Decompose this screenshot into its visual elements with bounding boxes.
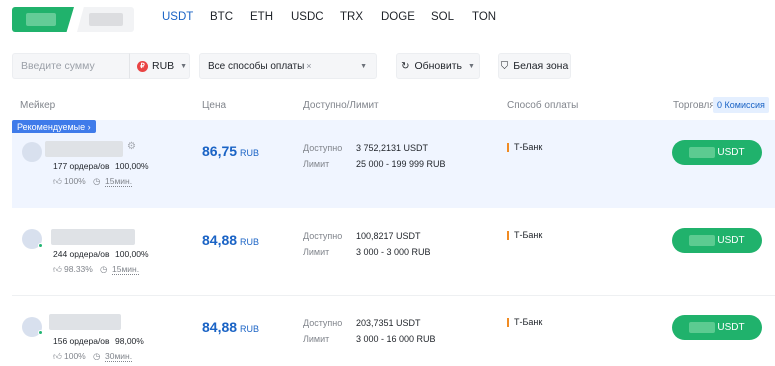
tab-usdt[interactable]: USDT xyxy=(162,11,193,23)
rating: 98.33% xyxy=(64,264,93,274)
buy-label-redacted xyxy=(689,235,716,246)
limit-label: Лимит xyxy=(303,334,330,344)
available-value: 3 752,2131 USDT xyxy=(356,143,429,153)
buy-button[interactable]: USDT xyxy=(672,140,762,165)
row-divider xyxy=(12,295,775,296)
release-time: 15мин. xyxy=(112,264,140,275)
tab-btc[interactable]: BTC xyxy=(210,11,233,23)
price-unit: RUB xyxy=(240,237,260,247)
col-trade: Торговля xyxy=(673,100,715,111)
maker-name-redacted[interactable] xyxy=(49,314,121,330)
buy-button[interactable]: USDT xyxy=(672,315,762,340)
tab-sol[interactable]: SOL xyxy=(431,11,454,23)
tab-ton[interactable]: TON xyxy=(472,11,496,23)
price: 86,75 RUB xyxy=(202,143,259,161)
refresh-label: Обновить xyxy=(414,60,462,72)
order-count: 244 ордера/ов xyxy=(53,249,110,259)
limit-label: Лимит xyxy=(303,159,330,169)
recommended-badge: Рекомендуемые › xyxy=(12,120,96,133)
buy-mode-tab[interactable] xyxy=(12,7,74,32)
limit-label: Лимит xyxy=(303,247,330,257)
clock-icon: ◷ xyxy=(93,176,101,186)
price-value: 84,88 xyxy=(202,319,238,335)
online-indicator xyxy=(38,330,43,335)
payment-method: Т-Банк xyxy=(507,231,542,240)
price-value: 86,75 xyxy=(202,143,238,159)
chip-close-icon[interactable]: × xyxy=(306,61,311,71)
completion-rate: 100,00% xyxy=(115,161,149,171)
limit-value: 3 000 - 3 000 RUB xyxy=(356,247,431,257)
refresh-icon: ↻ xyxy=(401,60,410,72)
col-payment: Способ оплаты xyxy=(507,100,579,111)
sell-mode-label-redacted xyxy=(89,13,123,26)
buy-button-coin: USDT xyxy=(717,147,745,158)
currency-value: RUB xyxy=(152,60,175,72)
release-time: 15мин. xyxy=(105,176,133,187)
recommended-label: Рекомендуемые xyxy=(17,121,86,132)
rating: 100% xyxy=(64,351,86,361)
merchant-badge-icon: ⚙ xyxy=(127,141,136,152)
buy-mode-label-redacted xyxy=(26,13,56,26)
maker-name-redacted[interactable] xyxy=(45,141,123,157)
price-unit: RUB xyxy=(240,324,260,334)
sell-mode-tab[interactable] xyxy=(77,7,134,32)
limit-value: 25 000 - 199 999 RUB xyxy=(356,159,446,169)
white-zone-button[interactable]: ⛉ Белая зона xyxy=(498,53,571,79)
tab-eth[interactable]: ETH xyxy=(250,11,273,23)
price-unit: RUB xyxy=(240,148,260,158)
shield-icon: ⛉ xyxy=(500,60,509,72)
price: 84,88 RUB xyxy=(202,232,259,250)
tab-doge[interactable]: DOGE xyxy=(381,11,415,23)
tab-trx[interactable]: TRX xyxy=(340,11,363,23)
white-zone-label: Белая зона xyxy=(513,60,569,72)
price: 84,88 RUB xyxy=(202,319,259,337)
payment-method-select[interactable]: Все способы оплаты × ▼ xyxy=(199,53,377,79)
col-available: Доступно/Лимит xyxy=(303,100,379,111)
payment-chip-label: Все способы оплаты xyxy=(208,60,305,72)
amount-input[interactable]: Введите сумму xyxy=(12,53,129,79)
order-count: 177 ордера/ов xyxy=(53,161,110,171)
maker-name-redacted[interactable] xyxy=(51,229,135,245)
available-label: Доступно xyxy=(303,231,343,241)
chevron-down-icon: ▼ xyxy=(468,62,475,70)
commission-badge: 0 Комиссия xyxy=(713,97,769,113)
buy-button[interactable]: USDT xyxy=(672,228,762,253)
available-value: 203,7351 USDT xyxy=(356,318,421,328)
thumbs-up-icon: 👍︎ xyxy=(53,264,62,274)
thumbs-up-icon: 👍︎ xyxy=(53,351,62,361)
chevron-down-icon: ▼ xyxy=(180,62,188,70)
rating: 100% xyxy=(64,176,86,186)
online-indicator xyxy=(38,243,43,248)
col-maker: Мейкер xyxy=(20,100,56,111)
completion-rate: 98,00% xyxy=(115,336,144,346)
buy-button-coin: USDT xyxy=(717,322,745,333)
ruble-icon: ₽ xyxy=(137,60,148,72)
clock-icon: ◷ xyxy=(100,264,108,274)
available-label: Доступно xyxy=(303,318,343,328)
available-label: Доступно xyxy=(303,143,343,153)
completion-rate: 100,00% xyxy=(115,249,149,259)
price-value: 84,88 xyxy=(202,232,238,248)
payment-method: Т-Банк xyxy=(507,143,542,152)
available-value: 100,8217 USDT xyxy=(356,231,421,241)
col-price: Цена xyxy=(202,100,227,111)
thumbs-up-icon: 👍︎ xyxy=(53,176,62,186)
buy-button-coin: USDT xyxy=(717,235,745,246)
release-time: 30мин. xyxy=(105,351,133,362)
payment-method: Т-Банк xyxy=(507,318,542,327)
avatar[interactable] xyxy=(22,142,42,162)
buy-label-redacted xyxy=(689,147,716,158)
order-count: 156 ордера/ов xyxy=(53,336,110,346)
amount-placeholder: Введите сумму xyxy=(21,60,95,72)
clock-icon: ◷ xyxy=(93,351,101,361)
currency-select[interactable]: ₽ RUB ▼ xyxy=(129,53,190,79)
buy-label-redacted xyxy=(689,322,716,333)
chevron-down-icon: ▼ xyxy=(360,62,367,70)
refresh-button[interactable]: ↻ Обновить ▼ xyxy=(396,53,480,79)
tab-usdc[interactable]: USDC xyxy=(291,11,324,23)
limit-value: 3 000 - 16 000 RUB xyxy=(356,334,436,344)
